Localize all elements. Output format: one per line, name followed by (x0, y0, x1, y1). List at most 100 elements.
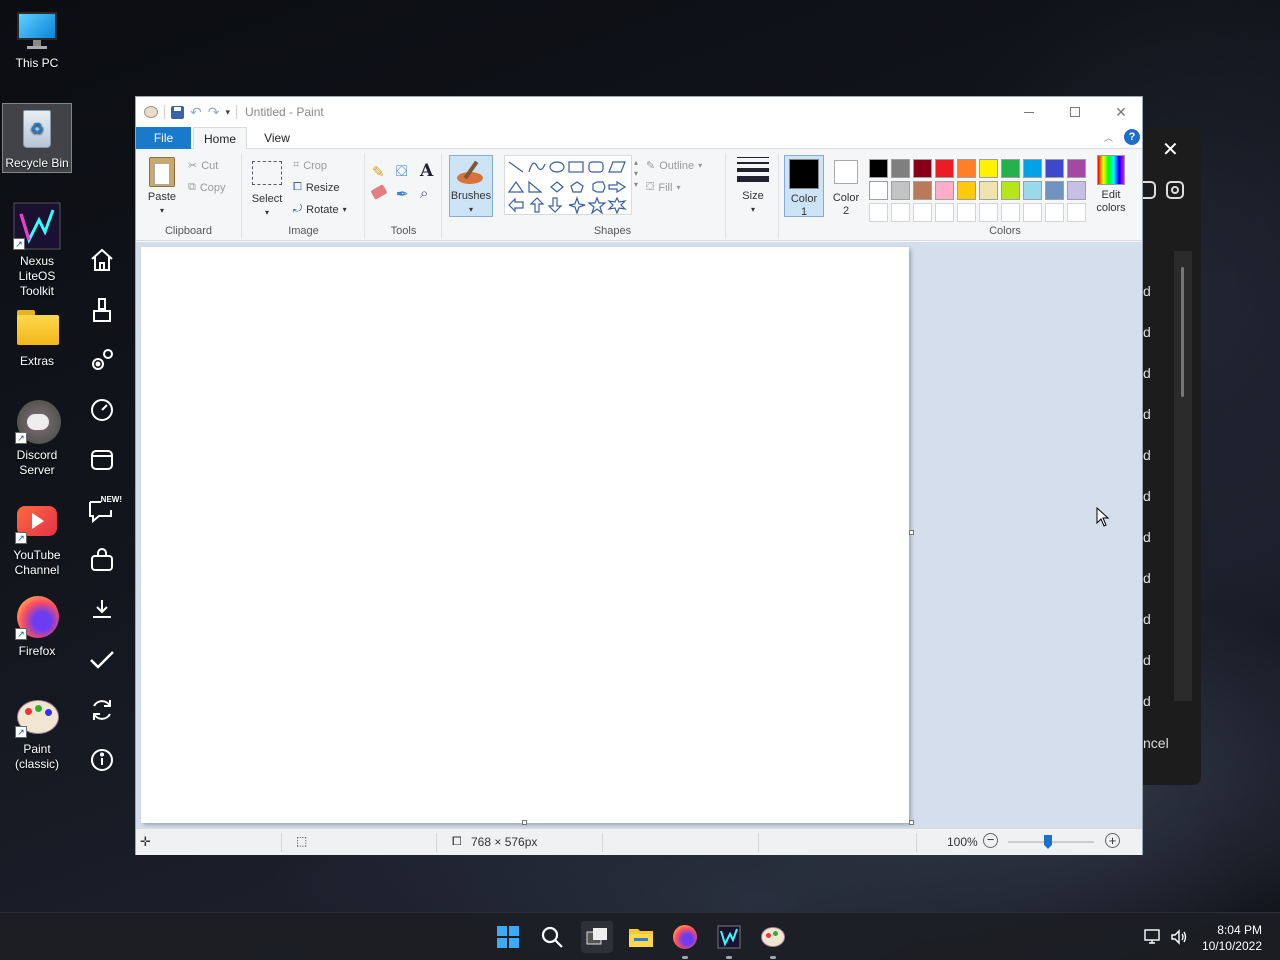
text-tool-icon[interactable]: A (420, 161, 433, 181)
maximize-button[interactable] (1052, 97, 1098, 127)
system-clock[interactable]: 8:04 PM 10/10/2022 (1202, 922, 1262, 954)
fill-bucket-icon[interactable]: ⛋ (396, 163, 407, 180)
redo-icon[interactable]: ↷ (208, 104, 220, 121)
desktop-icon-recycle-bin[interactable]: ♻ Recycle Bin (2, 103, 72, 173)
minimize-button[interactable] (1006, 97, 1052, 127)
drawing-canvas[interactable] (141, 247, 909, 823)
palette-swatch[interactable] (1045, 181, 1064, 200)
shapes-gallery[interactable] (504, 155, 632, 215)
gallery-scroll-icon[interactable]: ▴ ▾ ▾ (634, 157, 638, 190)
firefox-taskbar-icon[interactable] (669, 921, 701, 959)
rotate-button[interactable]: ⤾ Rotate ▾ (293, 203, 347, 216)
magnifier-icon[interactable]: ⌕ (420, 185, 428, 202)
volume-icon[interactable] (1170, 928, 1188, 949)
palette-swatch[interactable] (869, 159, 888, 178)
desktop-icon-paint-classic[interactable]: ↗ Paint (classic) (2, 694, 72, 772)
palette-swatch[interactable] (1067, 181, 1086, 200)
desktop-icon-this-pc[interactable]: This PC (2, 8, 72, 71)
customize-quick-access-icon[interactable]: ▾ (225, 107, 230, 118)
palette-swatch[interactable] (1045, 159, 1064, 178)
task-view-icon[interactable] (581, 921, 613, 953)
paste-button[interactable]: Paste ▾ (144, 157, 180, 217)
palette-custom-slot[interactable] (1001, 203, 1020, 222)
chat-new-icon[interactable]: NEW! (86, 494, 122, 526)
eraser-icon[interactable] (370, 184, 388, 200)
palette-swatch[interactable] (1023, 159, 1042, 178)
color2-button[interactable]: Color 2 (828, 155, 864, 217)
network-icon[interactable] (1144, 928, 1162, 949)
palette-swatch[interactable] (1001, 181, 1020, 200)
cut-button[interactable]: ✂ Cut (188, 159, 218, 173)
outline-button[interactable]: ✎ Outline ▾ (646, 159, 702, 173)
desktop-icon-extras[interactable]: Extras (2, 306, 72, 369)
desktop-icon-firefox[interactable]: ↗ Firefox (2, 596, 72, 659)
zoom-slider-thumb[interactable] (1044, 835, 1052, 849)
palette-swatch[interactable] (979, 159, 998, 178)
palette-swatch[interactable] (891, 181, 910, 200)
palette-swatch[interactable] (979, 181, 998, 200)
select-button[interactable]: Select ▾ (249, 161, 285, 219)
palette-swatch[interactable] (957, 181, 976, 200)
palette-custom-slot[interactable] (891, 203, 910, 222)
zoom-slider[interactable] (1008, 835, 1094, 849)
palette-swatch[interactable] (1001, 159, 1020, 178)
home-icon[interactable] (86, 244, 118, 276)
settings-gears-icon[interactable] (86, 344, 118, 376)
pencil-icon[interactable]: ✎ (372, 163, 385, 181)
crop-button[interactable]: ⌗ Crop (293, 159, 327, 172)
palette-swatch[interactable] (935, 181, 954, 200)
nexus-toolkit-taskbar-icon[interactable] (713, 921, 745, 959)
window-icon[interactable] (86, 444, 118, 476)
palette-swatch[interactable] (1023, 181, 1042, 200)
desktop-icon-discord-server[interactable]: ↗ Discord Server (2, 400, 72, 478)
check-icon[interactable] (86, 644, 118, 676)
close-icon[interactable]: ✕ (1162, 137, 1179, 162)
download-icon[interactable] (86, 594, 118, 626)
edit-colors-button[interactable]: Edit colors (1088, 155, 1134, 215)
info-icon[interactable] (86, 744, 118, 776)
cleaner-icon[interactable] (86, 294, 118, 326)
refresh-icon[interactable] (86, 694, 118, 726)
tab-home[interactable]: Home (193, 127, 247, 150)
palette-custom-slot[interactable] (1067, 203, 1086, 222)
search-icon[interactable] (536, 921, 568, 953)
palette-custom-slot[interactable] (935, 203, 954, 222)
color-picker-icon[interactable]: ✒ (396, 185, 409, 203)
palette-swatch[interactable] (957, 159, 976, 178)
scrollbar-thumb[interactable] (1181, 267, 1184, 397)
cancel-button-fragment[interactable]: ncel (1143, 735, 1169, 751)
palette-custom-slot[interactable] (957, 203, 976, 222)
bag-icon[interactable] (86, 544, 118, 576)
zoom-out-button[interactable]: − (983, 833, 998, 848)
palette-custom-slot[interactable] (869, 203, 888, 222)
minimize-ribbon-icon[interactable]: ︿ (1104, 131, 1113, 144)
instagram-icon[interactable] (1166, 181, 1184, 199)
close-button[interactable]: ✕ (1098, 97, 1144, 127)
save-icon[interactable] (171, 105, 184, 119)
palette-swatch[interactable] (913, 181, 932, 200)
palette-custom-slot[interactable] (979, 203, 998, 222)
color1-button[interactable]: Color 1 (784, 155, 824, 218)
resize-button[interactable]: ⧠ Resize (293, 181, 339, 194)
copy-button[interactable]: ⧉ Copy (188, 181, 226, 194)
palette-custom-slot[interactable] (913, 203, 932, 222)
brushes-button[interactable]: Brushes ▾ (449, 155, 493, 217)
desktop-icon-nexus-liteos-toolkit[interactable]: ↗ Nexus LiteOS Toolkit (2, 202, 72, 299)
palette-swatch[interactable] (891, 159, 910, 178)
undo-icon[interactable]: ↶ (190, 104, 202, 121)
file-explorer-icon[interactable] (625, 921, 657, 953)
scrollbar-track[interactable] (1174, 251, 1192, 701)
paint-taskbar-icon[interactable] (757, 921, 789, 959)
speedometer-icon[interactable] (86, 394, 118, 426)
palette-swatch[interactable] (1067, 159, 1086, 178)
palette-custom-slot[interactable] (1023, 203, 1042, 222)
start-button[interactable] (492, 921, 524, 953)
resize-handle-corner[interactable] (909, 820, 914, 825)
palette-custom-slot[interactable] (1045, 203, 1064, 222)
zoom-in-button[interactable]: + (1105, 833, 1120, 848)
fill-button[interactable]: ⛋ Fill ▾ (646, 181, 680, 194)
desktop-icon-youtube-channel[interactable]: ↗ YouTube Channel (2, 500, 72, 578)
help-icon[interactable]: ? (1124, 129, 1140, 145)
palette-swatch[interactable] (869, 181, 888, 200)
palette-swatch[interactable] (913, 159, 932, 178)
